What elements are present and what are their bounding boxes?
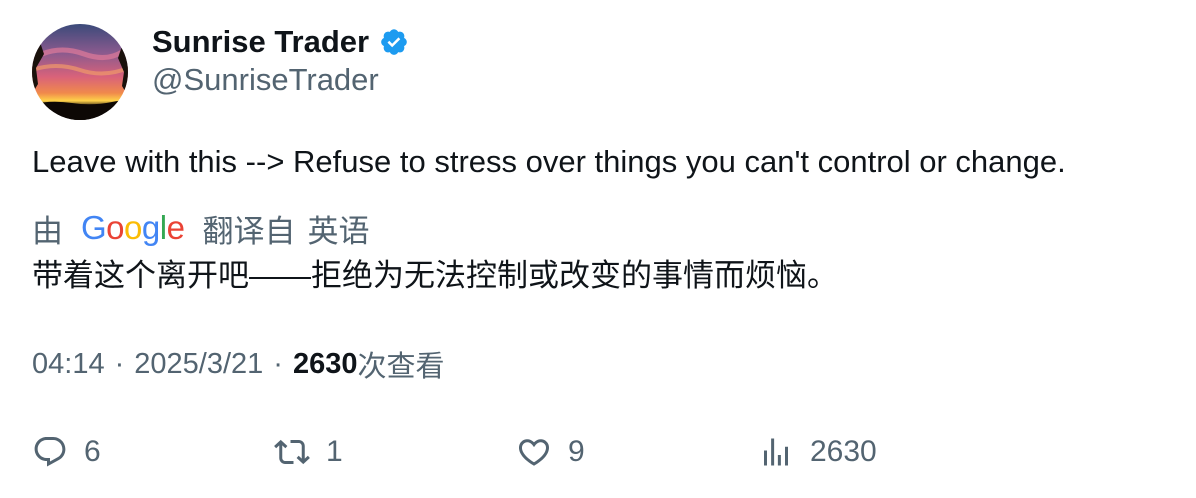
retweet-icon (274, 434, 310, 470)
like-button[interactable]: 9 (516, 430, 585, 474)
translation-prefix: 由 (32, 213, 63, 249)
reply-icon (32, 434, 68, 470)
author-handle[interactable]: @SunriseTrader (152, 62, 379, 98)
meta-separator: · (114, 347, 125, 380)
tweet-text: Leave with this --> Refuse to stress ove… (32, 144, 1066, 179)
sunset-landscape-avatar (32, 24, 128, 120)
verified-badge-icon[interactable] (379, 27, 409, 57)
google-logo[interactable]: Google (81, 209, 185, 247)
analytics-icon (758, 434, 794, 470)
views-action-count: 2630 (810, 435, 877, 468)
retweet-button[interactable]: 1 (274, 430, 343, 474)
views-button[interactable]: 2630 (758, 430, 877, 474)
author-name-row: Sunrise Trader (152, 22, 409, 62)
tweet-time[interactable]: 04:14 (32, 348, 105, 381)
avatar[interactable] (32, 24, 128, 120)
author-display-name[interactable]: Sunrise Trader (152, 24, 369, 60)
like-count: 9 (568, 435, 585, 468)
views-count[interactable]: 2630 (293, 348, 358, 381)
reply-count: 6 (84, 435, 101, 468)
reply-button[interactable]: 6 (32, 430, 101, 474)
translation-source-language: 英语 (307, 213, 370, 249)
views-label[interactable]: 次查看 (357, 343, 444, 385)
tweet-meta: 04:14 · 2025/3/21 · 2630 次查看 (32, 344, 444, 384)
retweet-count: 1 (326, 435, 343, 468)
translation-suffix: 翻译自 (202, 213, 296, 249)
tweet-date[interactable]: 2025/3/21 (134, 348, 263, 381)
heart-icon (516, 434, 552, 470)
translation-attribution: 由 Google 翻译自 英语 (32, 206, 369, 250)
meta-separator: · (273, 347, 283, 380)
translated-tweet-text: 带着这个离开吧——拒绝为无法控制或改变的事情而烦恼。 (32, 258, 838, 293)
